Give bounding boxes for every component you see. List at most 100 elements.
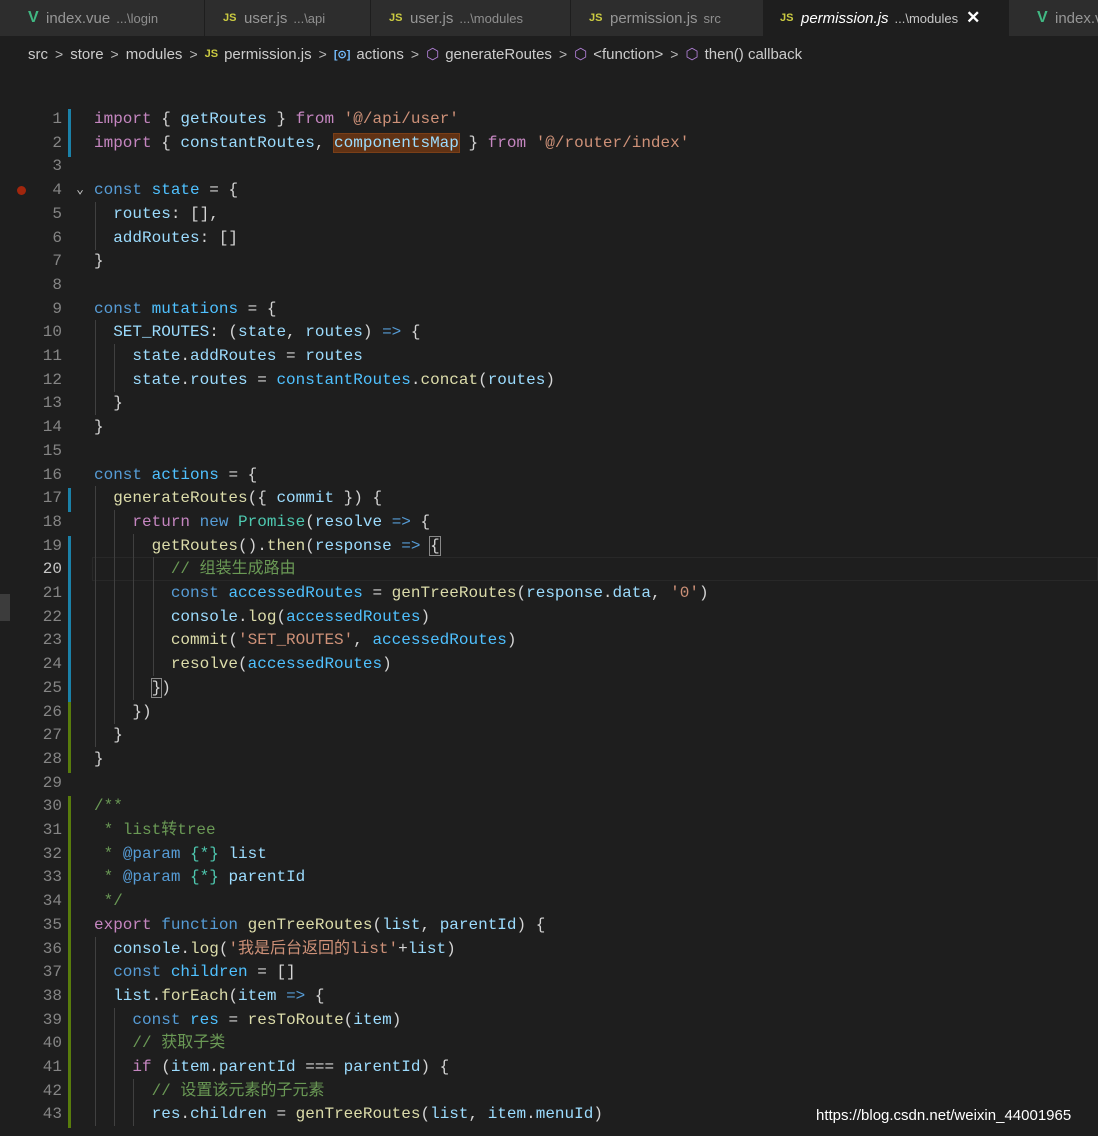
line-number: 10 — [42, 323, 62, 342]
code-text: const res = resToRoute(item) — [94, 1007, 401, 1032]
code-line[interactable]: 17 generateRoutes({ commit }) { — [0, 486, 1098, 513]
code-line[interactable]: 25 }) — [0, 675, 1098, 702]
indent-guide — [114, 1007, 116, 1032]
code-token: item — [238, 986, 277, 1005]
code-editor[interactable]: 1 import { getRoutes } from '@/api/user' 2… — [0, 72, 1098, 1136]
code-line[interactable]: 28} — [0, 747, 1098, 773]
breadcrumb-item[interactable]: > JS permission.js — [182, 46, 311, 63]
code-line[interactable]: 20 // 组装生成路由 — [0, 557, 1098, 584]
code-token: . — [151, 986, 162, 1005]
code-line[interactable]: 39 const res = resToRoute(item) — [0, 1007, 1098, 1034]
editor-tab[interactable]: Vindex.v — [1009, 0, 1098, 36]
code-token: => — [391, 512, 411, 531]
chevron-right-icon: > — [670, 46, 679, 62]
code-line[interactable]: 26 }) — [0, 699, 1098, 726]
code-line[interactable]: 27 } — [0, 723, 1098, 750]
code-token: ( — [276, 607, 287, 626]
code-token: routes — [190, 370, 248, 389]
added-line-indicator — [68, 1057, 71, 1081]
code-line[interactable]: 5 routes: [], — [0, 201, 1098, 226]
code-line[interactable]: 38 list.forEach(item => { — [0, 983, 1098, 1010]
code-line[interactable]: 22 console.log(accessedRoutes) — [0, 604, 1098, 631]
code-line[interactable]: 14} — [0, 415, 1098, 439]
close-icon[interactable]: ✕ — [966, 8, 980, 28]
breadcrumb-item[interactable]: > modules — [104, 46, 183, 63]
code-token: @param — [122, 868, 181, 887]
code-line[interactable]: 33 * @param {*} parentId — [0, 865, 1098, 892]
indent-guide — [95, 320, 96, 345]
code-token: ) — [446, 939, 456, 958]
breadcrumb-item[interactable]: src — [28, 46, 48, 63]
code-token: getRoutes — [151, 536, 239, 555]
editor-tab[interactable]: JS permission.js src — [571, 0, 764, 36]
indent-guide — [133, 604, 135, 629]
code-line[interactable]: 23 commit('SET_ROUTES', accessedRoutes) — [0, 628, 1098, 655]
code-line[interactable]: 15 — [0, 439, 1098, 463]
code-line[interactable]: 16 const actions = { — [0, 463, 1098, 487]
code-line[interactable]: 4 ⌄ const state = { — [0, 178, 1098, 202]
indent-guide — [95, 1078, 96, 1103]
editor-tab[interactable]: Vindex.vue ...\login — [0, 0, 205, 36]
code-token: commit — [170, 631, 229, 650]
chevron-down-icon[interactable]: ⌄ — [72, 178, 88, 202]
code-line[interactable]: 24 resolve(accessedRoutes) — [0, 652, 1098, 679]
code-token: ( — [420, 1105, 431, 1124]
indent-guide — [114, 533, 116, 558]
code-line[interactable]: 34 */ — [0, 889, 1098, 916]
code-line[interactable]: 1 import { getRoutes } from '@/api/user' — [0, 107, 1098, 133]
editor-tab[interactable]: JS user.js ...\api — [205, 0, 371, 36]
code-token: = — [362, 584, 392, 602]
code-line[interactable]: 10 SET_ROUTES: (state, routes) => { — [0, 320, 1098, 345]
code-line[interactable]: 37 const children = [] — [0, 960, 1098, 987]
code-line[interactable]: 12 state.routes = constantRoutes.concat(… — [0, 367, 1098, 392]
code-line[interactable]: 32 * @param {*} list — [0, 842, 1098, 868]
chevron-right-icon: > — [410, 46, 420, 62]
code-line[interactable]: 29 — [0, 771, 1098, 795]
line-number: 11 — [42, 347, 62, 365]
code-line[interactable]: 6 addRoutes: [] — [0, 225, 1098, 250]
vue-file-icon: V — [1037, 9, 1048, 26]
code-line[interactable]: 30 /** — [0, 794, 1098, 821]
code-line[interactable]: 3 — [0, 154, 1098, 178]
modified-line-indicator — [68, 654, 71, 679]
line-number: 40 — [42, 1034, 62, 1053]
breadcrumb-item[interactable]: > ⬡ <function> — [552, 45, 663, 64]
code-line[interactable]: 8 — [0, 273, 1098, 297]
code-line[interactable]: 35 export function genTreeRoutes(list, pa… — [0, 913, 1098, 939]
breadcrumb-label: src — [28, 45, 48, 63]
code-token: children — [190, 1105, 267, 1124]
editor-tab[interactable]: JS user.js ...\modules — [371, 0, 571, 36]
breadcrumb-item[interactable]: > store — [48, 46, 104, 63]
code-line[interactable]: 9 const mutations = { — [0, 297, 1098, 321]
code-line[interactable]: 18 return new Promise(resolve => { — [0, 509, 1098, 534]
code-line[interactable]: 42 // 设置该元素的子元素 — [0, 1078, 1098, 1105]
code-line[interactable]: 31 * list转tree — [0, 818, 1098, 844]
editor-tab[interactable]: JS permission.js ...\modules ✕ — [764, 0, 1009, 36]
code-token: parentId — [343, 1058, 421, 1076]
code-text: console.log('我是后台返回的list'+list) — [94, 936, 456, 961]
line-number: 23 — [42, 631, 62, 650]
code-line[interactable]: 11 state.addRoutes = routes — [0, 344, 1098, 368]
code-line[interactable]: 2 import { constantRoutes, componentsMap … — [0, 131, 1098, 157]
indent-guide — [114, 1031, 116, 1056]
breadcrumb-item[interactable]: > ⬡ generateRoutes — [404, 45, 552, 64]
code-line[interactable]: 21 const accessedRoutes = genTreeRoutes(… — [0, 581, 1098, 607]
code-token: res — [151, 1105, 181, 1124]
line-number: 17 — [42, 489, 62, 508]
code-line[interactable]: 7} — [0, 249, 1098, 273]
code-token: list — [228, 844, 267, 863]
code-token: , — [468, 1105, 488, 1124]
code-token: componentsMap — [333, 132, 460, 153]
breadcrumb-item[interactable]: > ⬡ then() callback — [663, 45, 802, 64]
code-token: ( — [516, 584, 527, 602]
code-line[interactable]: 19 getRoutes().then(response => { — [0, 533, 1098, 560]
code-line[interactable]: 36 console.log('我是后台返回的list'+list) — [0, 936, 1098, 963]
code-line[interactable]: 13 } — [0, 391, 1098, 416]
breadcrumb-item[interactable]: > [⊙] actions — [312, 46, 404, 63]
code-line[interactable]: 41 if (item.parentId === parentId) { — [0, 1055, 1098, 1081]
code-line[interactable]: 40 // 获取子类 — [0, 1031, 1098, 1058]
